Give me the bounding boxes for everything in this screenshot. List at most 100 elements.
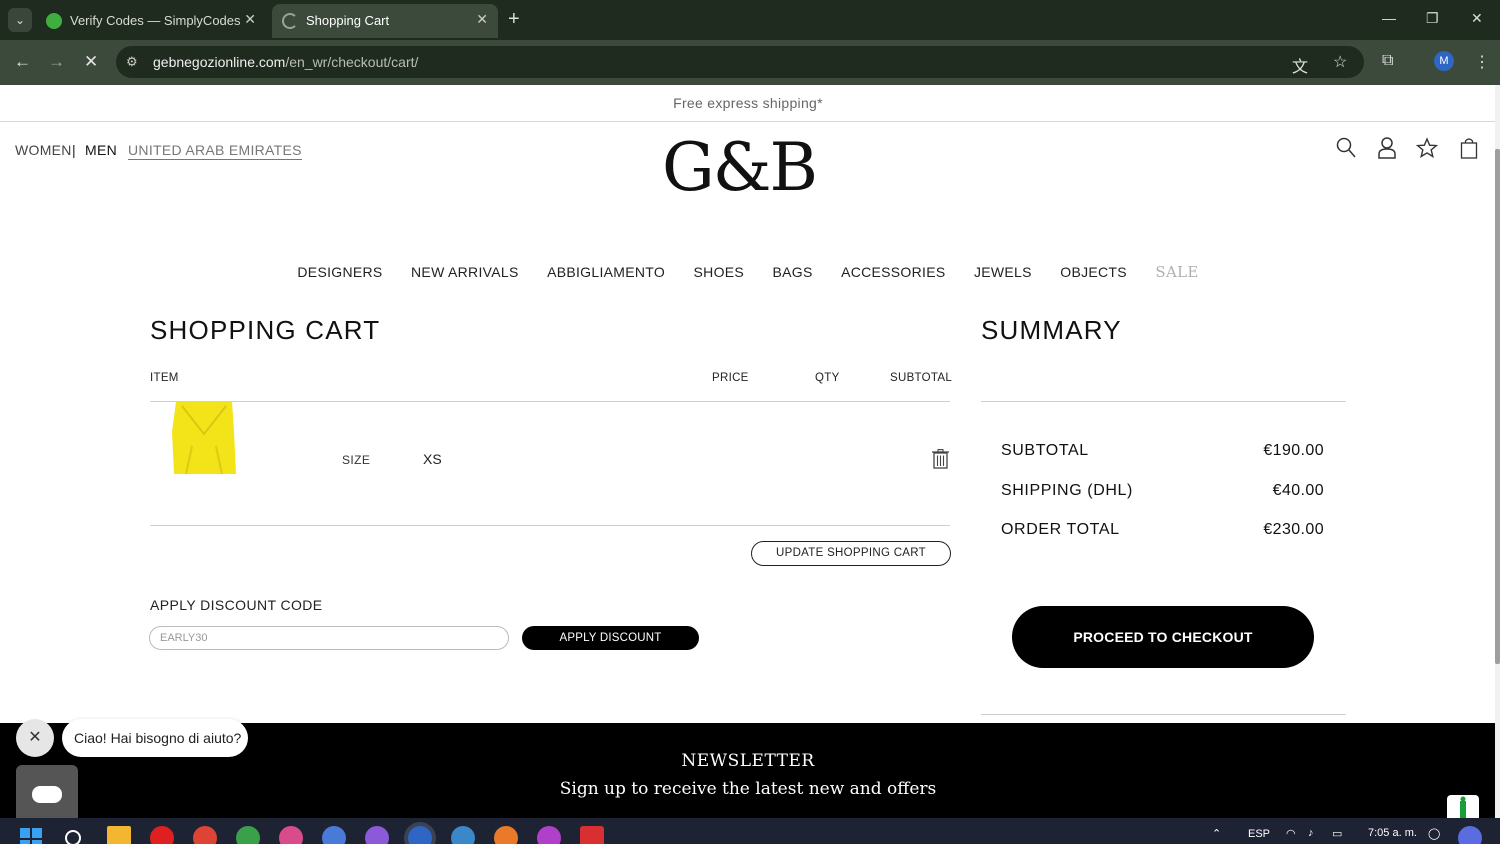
- nav-designers[interactable]: DESIGNERS: [297, 264, 382, 280]
- nav-bags[interactable]: BAGS: [773, 264, 813, 280]
- simplycodes-icon: [46, 13, 62, 29]
- web-page: Free express shipping* WOMEN | MEN UNITE…: [0, 85, 1500, 818]
- search-taskbar-icon[interactable]: [64, 829, 84, 844]
- product-thumbnail[interactable]: [172, 402, 236, 476]
- site-info-icon[interactable]: ⚙: [126, 54, 138, 70]
- notification-bell-icon[interactable]: ◯: [1428, 827, 1440, 840]
- tab-search-button[interactable]: ⌄: [8, 8, 32, 32]
- wifi-icon[interactable]: ◠: [1286, 827, 1296, 840]
- update-cart-button[interactable]: UPDATE SHOPPING CART: [751, 541, 951, 566]
- translate-icon[interactable]: 文: [1292, 53, 1308, 77]
- site-logo[interactable]: G&B: [662, 131, 818, 205]
- menu-kebab-icon[interactable]: ⋮: [1474, 52, 1490, 72]
- close-tab-icon[interactable]: ✕: [244, 11, 256, 28]
- url-text[interactable]: gebnegozionline.com/en_wr/checkout/cart/: [153, 54, 418, 70]
- size-label: SIZE: [342, 453, 371, 467]
- nav-jewels[interactable]: JEWELS: [974, 264, 1032, 280]
- search-icon[interactable]: [1336, 137, 1356, 159]
- copilot-icon[interactable]: [1458, 826, 1482, 844]
- nav-new-arrivals[interactable]: NEW ARRIVALS: [411, 264, 519, 280]
- windows-start-icon[interactable]: [20, 828, 42, 844]
- discount-code-input[interactable]: [149, 626, 509, 650]
- tab-simplycodes[interactable]: Verify Codes — SimplyCodes ✕: [36, 4, 266, 38]
- new-tab-button[interactable]: +: [508, 8, 520, 30]
- chrome-profile-icon[interactable]: [365, 826, 389, 844]
- chrome-profile-icon[interactable]: [236, 826, 260, 844]
- accessibility-widget[interactable]: [1447, 795, 1479, 818]
- tab-shopping-cart[interactable]: Shopping Cart ✕: [272, 4, 498, 38]
- chrome-profile-icon[interactable]: [193, 826, 217, 844]
- account-icon[interactable]: [1377, 137, 1397, 159]
- nav-accessories[interactable]: ACCESSORIES: [841, 264, 945, 280]
- opera-icon[interactable]: [150, 826, 174, 844]
- extensions-icon[interactable]: ⧉: [1382, 52, 1393, 70]
- chat-bubble-icon: [32, 786, 62, 803]
- accessibility-icon: [1460, 796, 1466, 818]
- chrome-active-profile-icon[interactable]: [408, 826, 432, 844]
- summary-shipping-value: €40.00: [1272, 482, 1324, 499]
- app-icon[interactable]: [580, 826, 604, 844]
- tray-chevron-icon[interactable]: ⌃: [1212, 827, 1221, 840]
- nav-objects[interactable]: OBJECTS: [1060, 264, 1127, 280]
- cart-items-divider: [150, 525, 950, 526]
- address-bar[interactable]: ⚙ gebnegozionline.com/en_wr/checkout/car…: [116, 46, 1364, 78]
- input-language[interactable]: ESP: [1248, 828, 1270, 840]
- scrollbar-thumb[interactable]: [1495, 149, 1500, 664]
- nav-abbigliamento[interactable]: ABBIGLIAMENTO: [547, 264, 665, 280]
- country-selector[interactable]: UNITED ARAB EMIRATES: [128, 142, 302, 160]
- chrome-profile-icon[interactable]: [537, 826, 561, 844]
- chrome-profile-icon[interactable]: [279, 826, 303, 844]
- chrome-profile-icon[interactable]: [451, 826, 475, 844]
- tab-title: Verify Codes — SimplyCodes: [70, 13, 241, 28]
- browser-tab-bar: ⌄ Verify Codes — SimplyCodes ✕ Shopping …: [0, 0, 1500, 40]
- close-tab-icon[interactable]: ✕: [476, 11, 488, 28]
- summary-shipping-label: SHIPPING (DHL): [1001, 482, 1133, 499]
- tab-title: Shopping Cart: [306, 13, 390, 28]
- wishlist-star-icon[interactable]: [1416, 137, 1438, 159]
- chrome-profile-icon[interactable]: [322, 826, 346, 844]
- summary-subtotal-value: €190.00: [1263, 442, 1324, 459]
- clock-time[interactable]: 7:05 a. m.: [1368, 827, 1417, 839]
- size-value: XS: [423, 451, 442, 467]
- bookmark-star-icon[interactable]: ☆: [1333, 52, 1347, 72]
- close-window-icon[interactable]: ✕: [1471, 10, 1483, 27]
- profile-avatar[interactable]: M: [1434, 51, 1454, 71]
- delete-trash-icon[interactable]: [932, 449, 949, 469]
- restore-icon[interactable]: ❐: [1426, 10, 1439, 27]
- shipping-banner: Free express shipping*: [0, 85, 1496, 122]
- nav-women[interactable]: WOMEN: [15, 142, 72, 158]
- summary-title: SUMMARY: [981, 315, 1122, 345]
- chat-greeting-bubble[interactable]: Ciao! Hai bisogno di aiuto?: [62, 719, 248, 757]
- apply-discount-button[interactable]: APPLY DISCOUNT: [522, 626, 699, 650]
- column-price: PRICE: [712, 372, 749, 384]
- chat-close-icon[interactable]: ✕: [16, 719, 54, 757]
- nav-sale[interactable]: SALE: [1155, 263, 1198, 281]
- nav-men[interactable]: MEN: [85, 142, 117, 158]
- shopping-bag-icon[interactable]: [1460, 137, 1478, 159]
- battery-icon[interactable]: ▭: [1332, 827, 1342, 840]
- nav-shoes[interactable]: SHOES: [694, 264, 745, 280]
- browser-toolbar: ← → ✕ ⚙ gebnegozionline.com/en_wr/checko…: [0, 40, 1500, 85]
- gender-divider: |: [72, 142, 76, 158]
- forward-icon[interactable]: →: [48, 52, 65, 72]
- discount-heading: APPLY DISCOUNT CODE: [150, 597, 323, 613]
- summary-total-value: €230.00: [1263, 521, 1324, 538]
- windows-taskbar: ⌃ ESP ◠ ♪ ▭ 7:05 a. m. ◯: [0, 818, 1500, 844]
- summary-subtotal-label: SUBTOTAL: [1001, 442, 1089, 459]
- minimize-icon[interactable]: —: [1382, 10, 1396, 26]
- summary-bottom-divider: [981, 714, 1346, 715]
- newsletter-subtitle: Sign up to receive the latest new and of…: [559, 779, 937, 799]
- file-explorer-icon[interactable]: [107, 826, 131, 844]
- loading-spinner-icon: [282, 13, 298, 29]
- stop-loading-icon[interactable]: ✕: [84, 52, 98, 72]
- page-scrollbar[interactable]: [1495, 85, 1500, 818]
- column-subtotal: SUBTOTAL: [890, 372, 953, 384]
- chrome-profile-icon[interactable]: [494, 826, 518, 844]
- summary-divider: [981, 401, 1346, 402]
- cart-title: SHOPPING CART: [150, 315, 381, 345]
- chat-launcher-button[interactable]: [16, 765, 78, 818]
- main-navigation: DESIGNERS NEW ARRIVALS ABBIGLIAMENTO SHO…: [0, 263, 1496, 282]
- back-icon[interactable]: ←: [14, 52, 31, 72]
- proceed-to-checkout-button[interactable]: PROCEED TO CHECKOUT: [1012, 606, 1314, 668]
- volume-icon[interactable]: ♪: [1308, 827, 1314, 839]
